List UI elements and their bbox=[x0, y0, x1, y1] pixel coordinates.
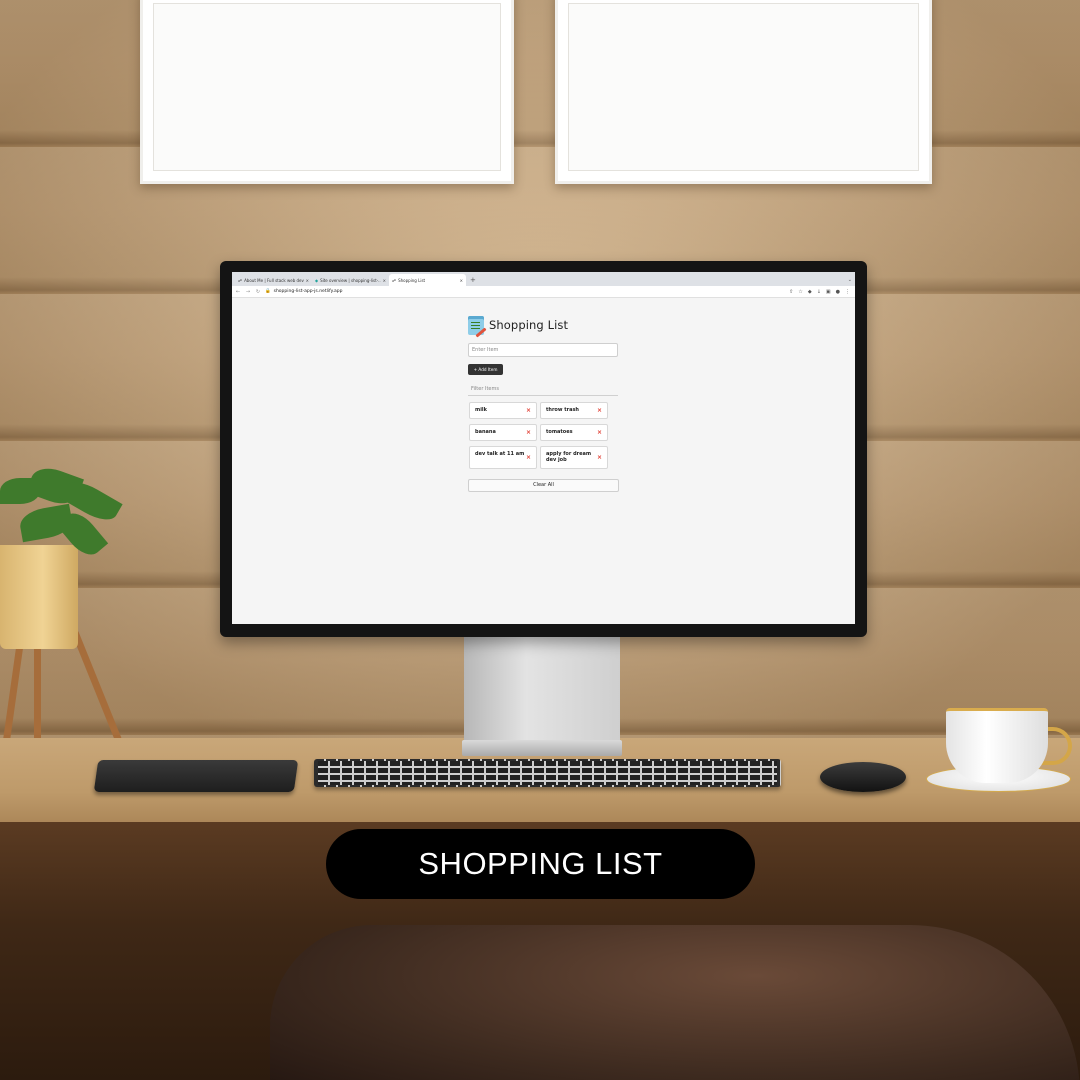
remove-item-icon[interactable]: × bbox=[526, 429, 531, 436]
remove-item-icon[interactable]: × bbox=[526, 407, 531, 414]
plant-pot bbox=[0, 545, 78, 649]
app-header: Shopping List bbox=[468, 314, 619, 336]
browser-tab[interactable]: ☍ About Me | Full stack web dev... × bbox=[235, 274, 312, 286]
browser-tab-active[interactable]: ☍ Shopping List × bbox=[389, 274, 466, 286]
profile-avatar-icon[interactable]: ● bbox=[836, 289, 840, 295]
globe-icon: ☍ bbox=[392, 277, 397, 283]
wall-picture-frame-right bbox=[555, 0, 932, 184]
shopping-list-app: Shopping List + Add Item milk × throw tr… bbox=[468, 314, 619, 492]
item-label: milk bbox=[475, 407, 487, 413]
list-item: tomatoes × bbox=[540, 423, 608, 441]
globe-icon: ☍ bbox=[238, 277, 243, 283]
chair-back bbox=[270, 925, 1080, 1080]
netlify-icon: ◆ bbox=[315, 277, 319, 283]
remove-item-icon[interactable]: × bbox=[526, 454, 531, 461]
tab-label: About Me | Full stack web dev... bbox=[244, 277, 304, 283]
close-tab-icon[interactable]: × bbox=[460, 278, 463, 283]
coffee-cup bbox=[946, 708, 1048, 783]
forward-icon[interactable]: → bbox=[245, 289, 251, 295]
list-item: apply for dream dev job × bbox=[540, 445, 608, 469]
download-icon[interactable]: ↓ bbox=[817, 289, 821, 295]
caption-banner: SHOPPING LIST bbox=[326, 829, 755, 899]
monitor-screen: ☍ About Me | Full stack web dev... × ◆ S… bbox=[232, 272, 855, 624]
item-label: throw trash bbox=[546, 407, 579, 413]
monitor-stand-base bbox=[462, 740, 622, 756]
bookmark-star-icon[interactable]: ☆ bbox=[798, 289, 802, 295]
extensions-icon[interactable]: ◆ bbox=[808, 289, 812, 295]
caption-text: SHOPPING LIST bbox=[418, 846, 663, 881]
browser-tab[interactable]: ◆ Site overview | shopping-list-... × bbox=[312, 274, 389, 286]
item-label: dev talk at 11 am bbox=[475, 450, 525, 457]
keyboard bbox=[314, 759, 781, 787]
list-item: milk × bbox=[469, 401, 537, 419]
filter-input[interactable] bbox=[468, 383, 618, 396]
reload-icon[interactable]: ↻ bbox=[255, 289, 261, 295]
remove-item-icon[interactable]: × bbox=[597, 429, 602, 436]
wall-picture-frame-left bbox=[140, 0, 514, 184]
list-item: banana × bbox=[469, 423, 537, 441]
new-tab-button[interactable]: + bbox=[466, 274, 480, 286]
clear-all-button[interactable]: Clear All bbox=[468, 478, 619, 492]
lock-icon: 🔒 bbox=[265, 289, 271, 294]
monitor-stand bbox=[464, 632, 620, 742]
item-input[interactable] bbox=[468, 343, 618, 357]
item-list: milk × throw trash × banana × tomatoes ×… bbox=[468, 401, 619, 469]
tab-label: Site overview | shopping-list-... bbox=[320, 277, 381, 283]
list-item: dev talk at 11 am × bbox=[469, 445, 537, 469]
remove-item-icon[interactable]: × bbox=[597, 454, 602, 461]
close-tab-icon[interactable]: × bbox=[383, 278, 386, 283]
item-label: tomatoes bbox=[546, 429, 573, 435]
app-title: Shopping List bbox=[489, 318, 569, 332]
close-tab-icon[interactable]: × bbox=[306, 278, 309, 283]
browser-tabstrip: ☍ About Me | Full stack web dev... × ◆ S… bbox=[232, 272, 855, 286]
url-text: shopping-list-app-js.netlify.app bbox=[273, 289, 343, 294]
address-bar[interactable]: 🔒 shopping-list-app-js.netlify.app bbox=[265, 289, 785, 294]
share-icon[interactable]: ⇧ bbox=[789, 289, 793, 295]
add-item-button[interactable]: + Add Item bbox=[468, 364, 503, 375]
notepad-icon bbox=[468, 315, 484, 335]
back-icon[interactable]: ← bbox=[235, 289, 241, 295]
menu-kebab-icon[interactable]: ⋮ bbox=[845, 289, 850, 295]
toolbar-icons: ⇧ ☆ ◆ ↓ ▣ ● ⋮ bbox=[789, 289, 852, 295]
sidepanel-icon[interactable]: ▣ bbox=[826, 289, 831, 295]
remove-item-icon[interactable]: × bbox=[597, 407, 602, 414]
mouse bbox=[820, 762, 906, 792]
item-label: apply for dream dev job bbox=[546, 451, 592, 463]
tab-search-icon[interactable]: ⌄ bbox=[848, 274, 855, 286]
item-label: banana bbox=[475, 429, 496, 435]
list-item: throw trash × bbox=[540, 401, 608, 419]
tab-label: Shopping List bbox=[398, 277, 426, 283]
trackpad bbox=[93, 760, 299, 792]
browser-toolbar: ← → ↻ 🔒 shopping-list-app-js.netlify.app… bbox=[232, 286, 855, 298]
